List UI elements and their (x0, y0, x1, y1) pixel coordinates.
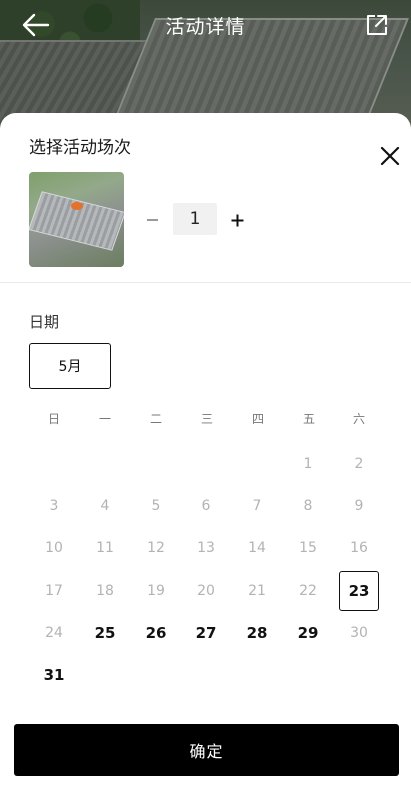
calendar-day: 13 (197, 540, 215, 556)
date-label: 日期 (29, 313, 60, 331)
calendar-day: 4 (100, 498, 110, 514)
quantity-increase-button[interactable] (226, 205, 248, 235)
session-select-sheet: 选择活动场次 1 日期 5月 日 一 二 三 四 五 六 1 2 3 4 5 6 7 8 9 10… (0, 113, 411, 792)
calendar-day: 18 (96, 583, 114, 599)
calendar-day: 10 (45, 540, 63, 556)
event-thumbnail (29, 172, 124, 267)
calendar-day[interactable]: 26 (136, 613, 176, 653)
calendar-day: 20 (197, 583, 215, 599)
close-icon[interactable] (379, 145, 401, 167)
confirm-button[interactable]: 确定 (14, 724, 399, 776)
calendar-day: 24 (45, 625, 63, 641)
calendar-day: 15 (299, 540, 317, 556)
quantity-value[interactable]: 1 (173, 203, 217, 235)
divider (0, 282, 411, 283)
calendar-day: 2 (354, 456, 364, 472)
weekday-label: 四 (251, 412, 264, 426)
calendar-day-selected[interactable]: 23 (339, 571, 379, 611)
weekday-label: 一 (98, 412, 111, 426)
calendar-day: 22 (299, 583, 317, 599)
calendar-day: 1 (303, 456, 313, 472)
calendar-day[interactable]: 29 (288, 613, 328, 653)
calendar-day: 5 (151, 498, 161, 514)
calendar-day: 7 (252, 498, 262, 514)
calendar-day: 9 (354, 498, 364, 514)
calendar-day: 30 (350, 625, 368, 641)
plus-icon (231, 214, 243, 226)
calendar-day: 3 (49, 498, 59, 514)
sheet-title: 选择活动场次 (29, 138, 131, 158)
calendar-day: 12 (147, 540, 165, 556)
weekday-label: 六 (352, 412, 365, 426)
quantity-decrease-button[interactable] (140, 205, 164, 235)
minus-icon (146, 219, 158, 221)
calendar-day[interactable]: 28 (237, 613, 277, 653)
calendar-day[interactable]: 27 (186, 613, 226, 653)
calendar-day[interactable]: 25 (85, 613, 125, 653)
calendar-day: 11 (96, 540, 114, 556)
weekday-header: 日 一 二 三 四 五 六 (29, 410, 385, 430)
weekday-label: 五 (302, 412, 315, 426)
month-selector-button[interactable]: 5月 (29, 343, 111, 389)
calendar-day: 8 (303, 498, 313, 514)
calendar-day: 6 (201, 498, 211, 514)
arrow-left-icon[interactable] (22, 12, 50, 38)
share-external-icon[interactable] (365, 13, 389, 37)
weekday-label: 日 (47, 412, 60, 426)
page-title: 活动详情 (165, 15, 246, 38)
top-bar: 活动详情 (0, 0, 411, 50)
calendar-day[interactable]: 31 (34, 655, 74, 695)
calendar-day: 17 (45, 583, 63, 599)
calendar-day: 16 (350, 540, 368, 556)
calendar-day: 19 (147, 583, 165, 599)
weekday-label: 三 (200, 412, 213, 426)
weekday-label: 二 (149, 412, 162, 426)
calendar-day: 14 (248, 540, 266, 556)
calendar-day: 21 (248, 583, 266, 599)
